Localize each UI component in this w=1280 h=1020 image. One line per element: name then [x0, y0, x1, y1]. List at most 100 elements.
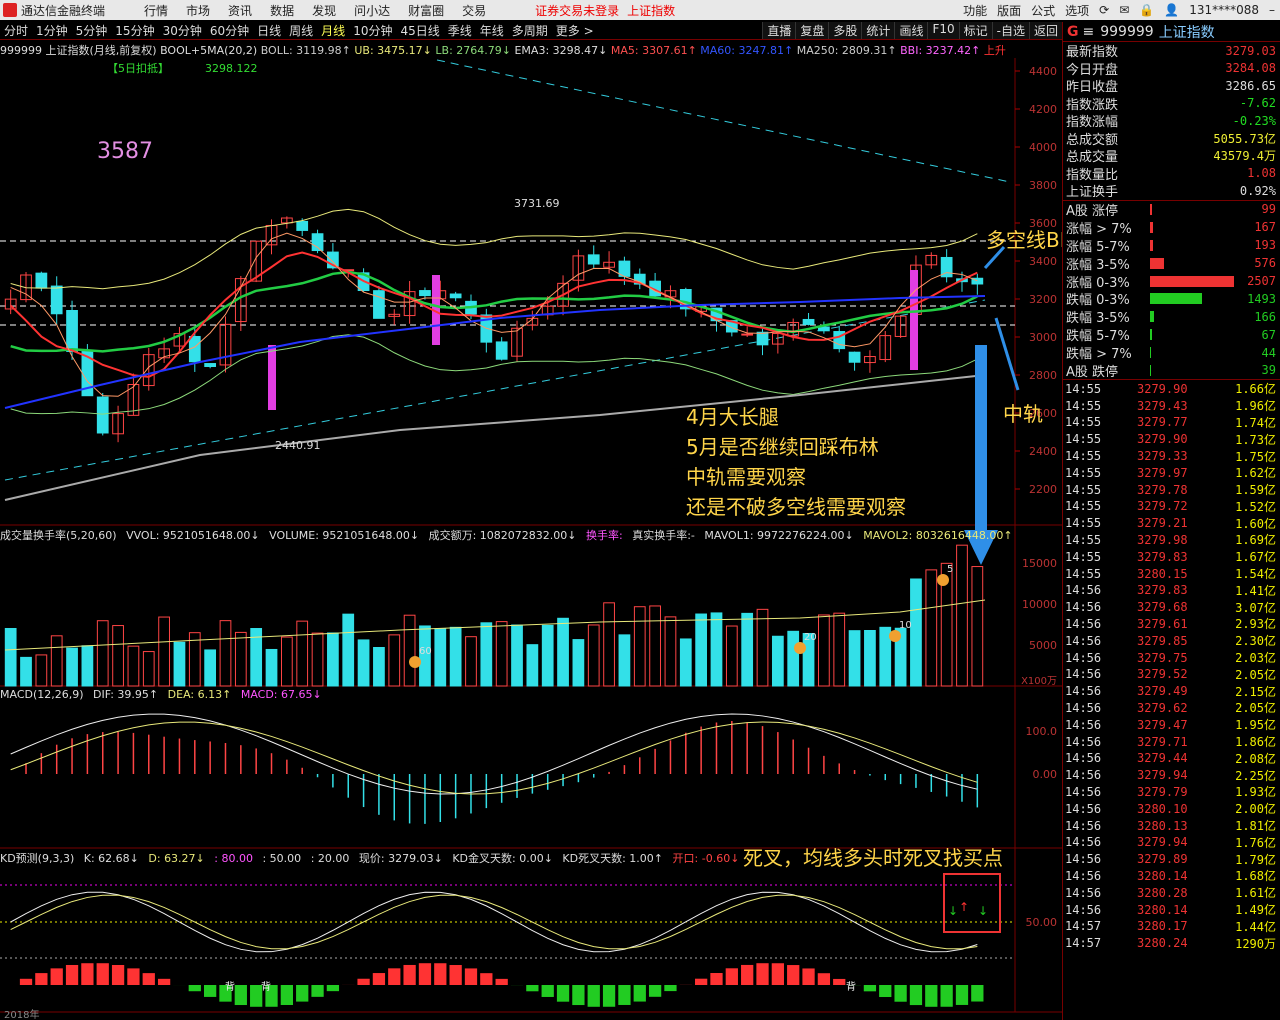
tool-f10[interactable]: F10: [927, 22, 958, 39]
quote-value: 43579.4万: [1213, 149, 1276, 164]
candle-body: [50, 285, 63, 315]
kd-hist-bar: [587, 985, 600, 1007]
tick-time: 14:56: [1065, 717, 1102, 732]
menu-quotes[interactable]: 行情: [144, 2, 168, 19]
menu-function[interactable]: 功能: [963, 2, 987, 19]
period-60min[interactable]: 60分钟: [206, 22, 253, 39]
menu-ask[interactable]: 问小达: [354, 2, 390, 19]
menu-formula[interactable]: 公式: [1031, 2, 1055, 19]
tick-volume: 2.03亿: [1235, 651, 1276, 666]
period-45day[interactable]: 45日线: [396, 22, 443, 39]
breadth-bar: [1150, 203, 1234, 215]
period-1min[interactable]: 1分钟: [32, 22, 72, 39]
menu-trade[interactable]: 交易: [462, 2, 486, 19]
period-daily[interactable]: 日线: [253, 22, 285, 39]
group-tag[interactable]: G: [1067, 24, 1079, 40]
breadth-bar: [1150, 257, 1234, 269]
volume-mark-icon: [409, 656, 421, 668]
period-intraday[interactable]: 分时: [0, 22, 32, 39]
macd-info-item: DEA: 6.13↑: [167, 688, 232, 701]
tick-price: 3279.94: [1137, 768, 1188, 783]
menu-options[interactable]: 选项: [1065, 2, 1089, 19]
tick-row: 14:57 3280.17 1.44亿: [1063, 918, 1280, 935]
candle-body: [848, 351, 861, 363]
volume-bar: [664, 616, 677, 687]
tool-live[interactable]: 直播: [762, 22, 795, 39]
menu-layout[interactable]: 版面: [997, 2, 1021, 19]
tool-draw[interactable]: 画线: [894, 22, 927, 39]
breadth-label: A股 涨停: [1066, 203, 1119, 219]
tick-price: 3279.94: [1137, 835, 1188, 850]
login-warning[interactable]: 证券交易未登录: [535, 2, 619, 19]
volume-bar: [787, 630, 800, 687]
deduct-value: 3298.122: [205, 62, 258, 75]
tick-time: 14:56: [1065, 633, 1102, 648]
tick-volume: 1.81亿: [1235, 819, 1276, 834]
period-more[interactable]: 更多 >: [552, 22, 598, 39]
tool-back[interactable]: 返回: [1028, 22, 1062, 39]
period-15min[interactable]: 15分钟: [111, 22, 158, 39]
macd-info-item: DIF: 39.95↑: [93, 688, 159, 701]
tick-time: 14:56: [1065, 818, 1102, 833]
kd-hist-bar: [618, 985, 631, 1005]
tick-time: 14:55: [1065, 415, 1102, 430]
volume-bar: [158, 616, 170, 687]
tick-volume: 1.95亿: [1235, 718, 1276, 733]
tick-row: 14:57 3280.24 1290万: [1063, 935, 1280, 952]
period-5min[interactable]: 5分钟: [72, 22, 112, 39]
tick-time: 14:56: [1065, 784, 1102, 799]
volume-axis-label: 5000: [1029, 639, 1057, 652]
volume-bar: [572, 639, 585, 687]
lock-icon[interactable]: 🔒: [1139, 3, 1154, 17]
menu-icon[interactable]: ≡: [1083, 24, 1095, 40]
period-quarterly[interactable]: 季线: [444, 22, 476, 39]
period-yearly[interactable]: 年线: [476, 22, 508, 39]
period-10min[interactable]: 10分钟: [349, 22, 396, 39]
quote-value: -0.23%: [1232, 113, 1276, 128]
period-multi[interactable]: 多周期: [508, 22, 552, 39]
tick-price: 3279.85: [1137, 633, 1188, 648]
period-30min[interactable]: 30分钟: [159, 22, 206, 39]
menu-wealth[interactable]: 财富圈: [408, 2, 444, 19]
tick-time: 14:56: [1065, 700, 1102, 715]
annotation-note: 4月大长腿 5月是否继续回踩布林 中轨需要观察 还是不破多空线需要观察: [686, 402, 906, 522]
volume-bar: [66, 647, 78, 687]
volume-bar: [96, 620, 109, 687]
index-link[interactable]: 上证指数: [627, 2, 675, 19]
minimize-icon[interactable]: –: [1269, 3, 1275, 17]
volume-bar: [725, 625, 738, 687]
kd-hist-bar: [925, 985, 938, 1007]
menu-discover[interactable]: 发现: [312, 2, 336, 19]
menu-data[interactable]: 数据: [270, 2, 294, 19]
tick-volume: 1.73亿: [1235, 432, 1276, 447]
menu-news[interactable]: 资讯: [228, 2, 252, 19]
period-weekly[interactable]: 周线: [285, 22, 317, 39]
account-id[interactable]: 131****088: [1189, 3, 1259, 17]
tool-stats[interactable]: 统计: [861, 22, 894, 39]
tick-price: 3280.13: [1137, 818, 1188, 833]
refresh-icon[interactable]: ⟳: [1099, 3, 1109, 17]
tool-remove-watch[interactable]: -自选: [991, 22, 1029, 39]
price-axis-label: 3800: [1029, 179, 1057, 192]
tool-mark[interactable]: 标记: [958, 22, 992, 39]
tool-multi-stock[interactable]: 多股: [828, 22, 861, 39]
breadth-label: 跌幅 3-5%: [1066, 311, 1130, 327]
annotation-note-line: 4月大长腿: [686, 405, 779, 429]
mail-icon[interactable]: ✉: [1119, 3, 1129, 17]
user-icon[interactable]: 👤: [1164, 3, 1179, 17]
tick-volume: 1.41亿: [1235, 583, 1276, 598]
tick-volume: 1.69亿: [1235, 533, 1276, 548]
kd-hist-bar: [96, 963, 109, 985]
tick-time: 14:55: [1065, 499, 1102, 514]
tick-price: 3280.17: [1137, 919, 1188, 934]
kd-hist-bar: [480, 973, 493, 985]
volume-indicator-line: 成交量换手率(5,20,60) VVOL: 9521051648.00↓ VOL…: [0, 527, 1062, 542]
period-monthly[interactable]: 月线: [317, 22, 349, 39]
candle-body: [741, 333, 754, 336]
breadth-label: 跌幅 > 7%: [1066, 347, 1132, 363]
menu-market[interactable]: 市场: [186, 2, 210, 19]
tool-replay[interactable]: 复盘: [795, 22, 828, 39]
tick-price: 3280.14: [1137, 868, 1188, 883]
volume-bar: [4, 627, 17, 687]
quote-label: 总成交额: [1066, 132, 1119, 148]
